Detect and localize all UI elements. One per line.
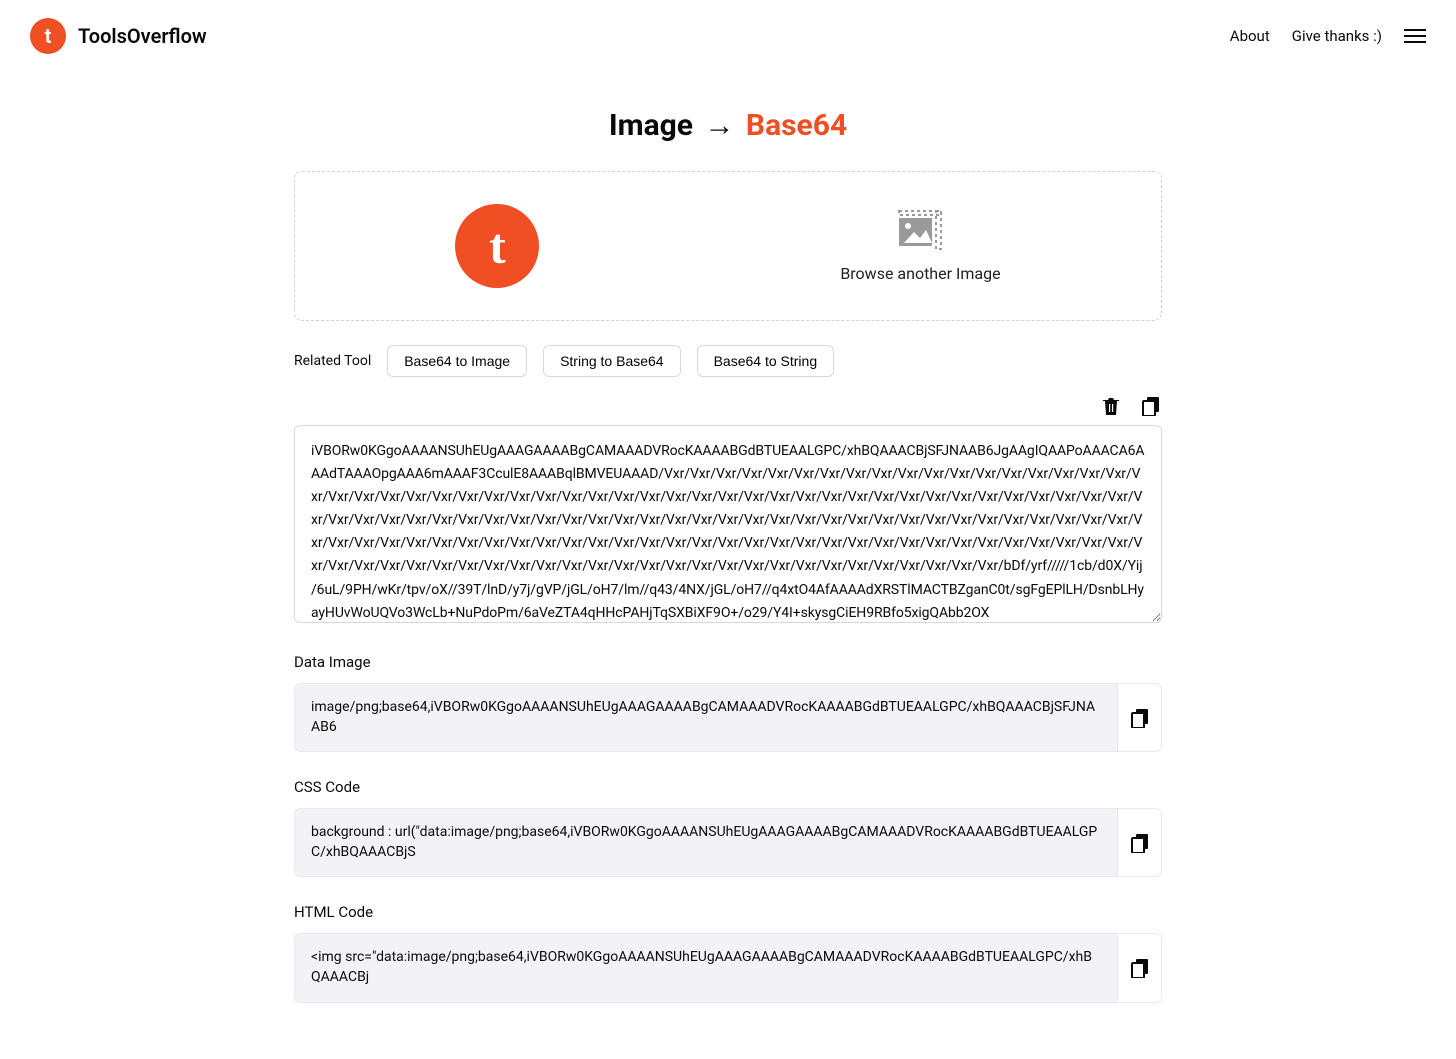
brand-logo-icon: t	[30, 18, 66, 54]
copy-icon[interactable]	[1140, 395, 1162, 417]
data-image-label: Data Image	[294, 653, 1162, 671]
nav-thanks-link[interactable]: Give thanks :)	[1292, 27, 1382, 45]
related-tools-row: Related Tool Base64 to Image String to B…	[294, 345, 1162, 377]
title-left: Image	[609, 108, 693, 143]
delete-icon[interactable]	[1100, 395, 1122, 417]
output-actions	[294, 395, 1162, 417]
title-right: Base64	[746, 108, 847, 143]
browse-label: Browse another Image	[840, 264, 1000, 283]
dropzone[interactable]: t Browse another Image	[294, 171, 1162, 321]
preview-image: t	[455, 204, 539, 288]
menu-icon[interactable]	[1404, 25, 1426, 47]
main-container: Image → Base64 t Browse another Image Re…	[284, 108, 1172, 1043]
html-code-label: HTML Code	[294, 903, 1162, 921]
page-title: Image → Base64	[294, 108, 1162, 143]
nav-about-link[interactable]: About	[1230, 27, 1270, 45]
preview-column: t	[455, 204, 539, 288]
html-code-row: <img src="data:image/png;base64,iVBORw0K…	[294, 933, 1162, 1002]
brand-name: ToolsOverflow	[78, 24, 207, 48]
copy-html-code-icon[interactable]	[1117, 934, 1161, 1001]
chip-base64-to-string[interactable]: Base64 to String	[697, 345, 835, 377]
css-code-label: CSS Code	[294, 778, 1162, 796]
data-image-row: image/png;base64,iVBORw0KGgoAAAANSUhEUgA…	[294, 683, 1162, 752]
css-code-value[interactable]: background : url("data:image/png;base64,…	[295, 809, 1117, 876]
image-placeholder-icon	[898, 210, 942, 250]
related-label: Related Tool	[294, 353, 371, 369]
copy-data-image-icon[interactable]	[1117, 684, 1161, 751]
brand[interactable]: t ToolsOverflow	[30, 18, 207, 54]
css-code-row: background : url("data:image/png;base64,…	[294, 808, 1162, 877]
chip-string-to-base64[interactable]: String to Base64	[543, 345, 681, 377]
data-image-value[interactable]: image/png;base64,iVBORw0KGgoAAAANSUhEUgA…	[295, 684, 1117, 751]
arrow-icon: →	[704, 108, 734, 143]
chip-base64-to-image[interactable]: Base64 to Image	[387, 345, 527, 377]
nav: About Give thanks :)	[1230, 25, 1426, 47]
copy-css-code-icon[interactable]	[1117, 809, 1161, 876]
header: t ToolsOverflow About Give thanks :)	[0, 0, 1456, 72]
base64-output[interactable]	[294, 425, 1162, 623]
html-code-value[interactable]: <img src="data:image/png;base64,iVBORw0K…	[295, 934, 1117, 1001]
browse-column[interactable]: Browse another Image	[840, 210, 1000, 283]
